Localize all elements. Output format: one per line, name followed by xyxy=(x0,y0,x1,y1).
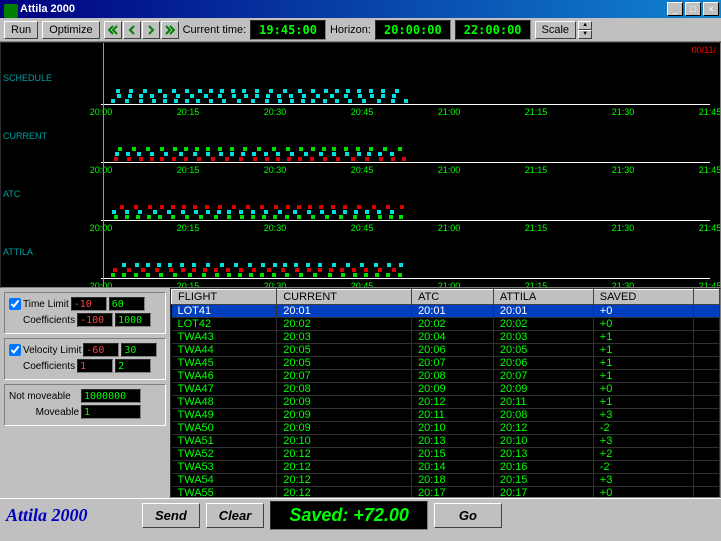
time-v3[interactable] xyxy=(77,313,113,327)
time-v4[interactable] xyxy=(115,313,151,327)
send-button[interactable]: Send xyxy=(142,503,200,528)
controls-panel: Time Limit Coefficients Velocity Limit C… xyxy=(0,288,170,498)
col-flight[interactable]: FLIGHT xyxy=(172,290,277,305)
table-row[interactable]: TWA4320:0320:0420:03+1 xyxy=(172,331,720,344)
vel-v1[interactable] xyxy=(83,343,119,357)
col-saved[interactable]: SAVED xyxy=(593,290,693,305)
table-row[interactable]: LOT4120:0120:0120:01+0 xyxy=(172,305,720,318)
table-row[interactable]: TWA4420:0520:0620:05+1 xyxy=(172,344,720,357)
clear-button[interactable]: Clear xyxy=(206,503,265,528)
next-button[interactable] xyxy=(142,21,160,39)
current-time-label: Current time: xyxy=(183,24,247,36)
time-coef-label: Coefficients xyxy=(23,315,75,326)
window-title: Attila 2000 xyxy=(2,3,667,15)
run-button[interactable]: Run xyxy=(4,21,38,39)
app-logo: Attila 2000 xyxy=(6,505,136,526)
notmoveable-input[interactable] xyxy=(81,389,141,403)
vel-coef-label: Coefficients xyxy=(23,361,75,372)
col-atc[interactable]: ATC xyxy=(412,290,494,305)
velocity-limit-checkbox[interactable] xyxy=(9,344,21,356)
horizon-value: 20:00:00 xyxy=(375,20,451,40)
titlebar: Attila 2000 _ □ × xyxy=(0,0,721,18)
track-label-schedule: SCHEDULE xyxy=(3,73,52,83)
table-row[interactable]: TWA5120:1020:1320:10+3 xyxy=(172,435,720,448)
table-row[interactable]: TWA4720:0820:0920:09+0 xyxy=(172,383,720,396)
notmoveable-label: Not moveable xyxy=(9,391,79,402)
scale-down-button[interactable]: ▼ xyxy=(578,30,592,39)
time-limit-panel: Time Limit Coefficients xyxy=(4,292,166,334)
table-row[interactable]: LOT4220:0220:0220:02+0 xyxy=(172,318,720,331)
timeline-chart[interactable]: 00/11/ SCHEDULE20:0020:1520:3020:4521:00… xyxy=(0,42,721,288)
table-row[interactable]: TWA5320:1220:1420:16-2 xyxy=(172,461,720,474)
end-time-value: 22:00:00 xyxy=(455,20,531,40)
scale-button[interactable]: Scale xyxy=(535,21,577,39)
table-row[interactable]: TWA4820:0920:1220:11+1 xyxy=(172,396,720,409)
velocity-limit-label: Velocity Limit xyxy=(23,345,81,356)
vel-v2[interactable] xyxy=(121,343,157,357)
col-current[interactable]: CURRENT xyxy=(277,290,412,305)
time-v1[interactable] xyxy=(71,297,107,311)
saved-display: Saved: +72.00 xyxy=(270,501,428,530)
scale-up-button[interactable]: ▲ xyxy=(578,21,592,30)
minimize-button[interactable]: _ xyxy=(667,2,683,16)
footer: Attila 2000 Send Clear Saved: +72.00 Go xyxy=(0,498,721,532)
optimize-button[interactable]: Optimize xyxy=(42,21,99,39)
table-row[interactable]: TWA5020:0920:1020:12-2 xyxy=(172,422,720,435)
current-time-value: 19:45:00 xyxy=(250,20,326,40)
horizon-label: Horizon: xyxy=(330,24,371,36)
time-limit-label: Time Limit xyxy=(23,299,69,310)
forward-button[interactable] xyxy=(161,21,179,39)
table-row[interactable]: TWA4620:0720:0820:07+1 xyxy=(172,370,720,383)
moveable-panel: Not moveable Moveable xyxy=(4,384,166,426)
time-v2[interactable] xyxy=(109,297,145,311)
flight-grid[interactable]: FLIGHTCURRENTATCATTILASAVED LOT4120:0120… xyxy=(170,288,721,498)
table-row[interactable]: TWA5220:1220:1520:13+2 xyxy=(172,448,720,461)
track-label-attila: ATTILA xyxy=(3,247,33,257)
toolbar: Run Optimize Current time: 19:45:00 Hori… xyxy=(0,18,721,42)
go-button[interactable]: Go xyxy=(434,503,502,528)
prev-button[interactable] xyxy=(123,21,141,39)
track-label-atc: ATC xyxy=(3,189,20,199)
close-button[interactable]: × xyxy=(703,2,719,16)
maximize-button[interactable]: □ xyxy=(685,2,701,16)
now-line xyxy=(103,43,104,287)
time-limit-checkbox[interactable] xyxy=(9,298,21,310)
rewind-button[interactable] xyxy=(104,21,122,39)
velocity-limit-panel: Velocity Limit Coefficients xyxy=(4,338,166,380)
table-row[interactable]: TWA5520:1220:1720:17+0 xyxy=(172,487,720,499)
table-row[interactable]: TWA4920:0920:1120:08+3 xyxy=(172,409,720,422)
col-attila[interactable]: ATTILA xyxy=(493,290,593,305)
track-label-current: CURRENT xyxy=(3,131,47,141)
vel-v3[interactable] xyxy=(77,359,113,373)
table-row[interactable]: TWA4520:0520:0720:06+1 xyxy=(172,357,720,370)
vel-v4[interactable] xyxy=(115,359,151,373)
nav-buttons xyxy=(104,21,179,39)
moveable-input[interactable] xyxy=(81,405,141,419)
table-row[interactable]: TWA5420:1220:1820:15+3 xyxy=(172,474,720,487)
moveable-label: Moveable xyxy=(9,407,79,418)
